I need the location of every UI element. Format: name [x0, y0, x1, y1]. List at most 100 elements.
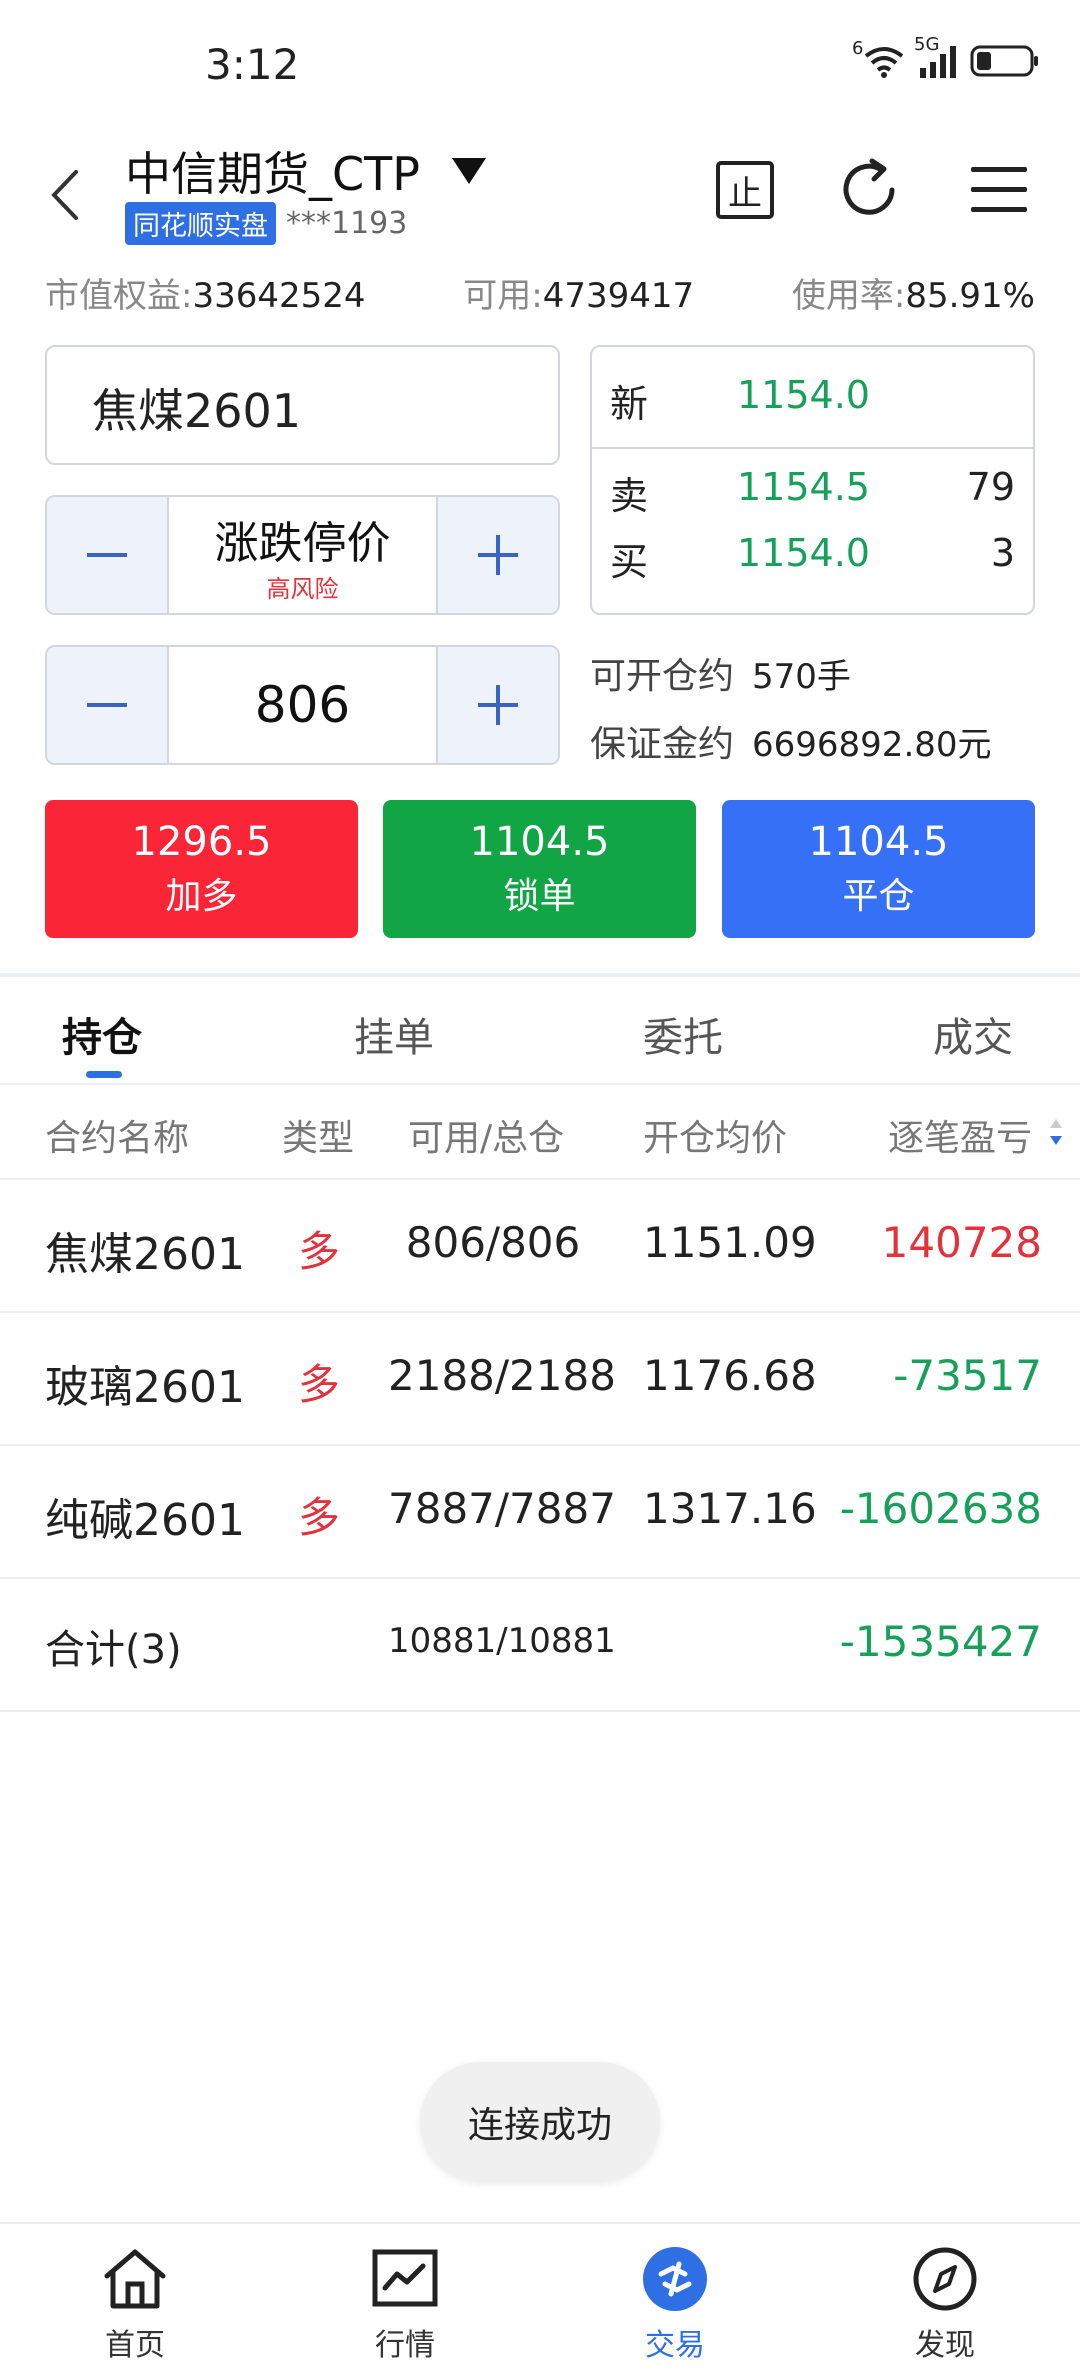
wifi-label: 6 [852, 38, 864, 59]
account-title: 中信期货_CTP [125, 147, 420, 201]
total-label: 合计(3) [45, 1627, 182, 1673]
total-position: 10881/10881 [388, 1621, 616, 1661]
quote-ask-row[interactable]: 卖 1154.5 79 [592, 465, 1033, 530]
quantity-field[interactable]: 806 [167, 647, 438, 763]
nav-home-label: 首页 [105, 2328, 165, 2363]
trade-icon [643, 2247, 707, 2311]
price-increase-button[interactable] [438, 497, 558, 613]
close-position-price: 1104.5 [808, 819, 949, 865]
stop-loss-button[interactable]: 止 [710, 155, 780, 225]
nav-market-label: 行情 [375, 2328, 435, 2363]
quote-bid-row[interactable]: 买 1154.0 3 [592, 531, 1033, 596]
total-pnl: -1535427 [839, 1617, 1042, 1666]
buy-long-label: 加多 [165, 876, 238, 917]
margin-estimate-label: 保证金约 [590, 724, 735, 765]
quote-last-price: 1154.0 [737, 373, 870, 417]
col-type: 类型 [282, 1118, 355, 1159]
battery-icon [970, 45, 1038, 77]
equity-item: 市值权益:33642524 [45, 268, 366, 317]
col-pnl[interactable]: 逐笔盈亏 [888, 1109, 1032, 1161]
row-avg-price: 1151.09 [643, 1218, 817, 1267]
compass-icon [913, 2247, 977, 2311]
sort-icon[interactable] [1048, 1115, 1064, 1149]
row-type: 多 [298, 1493, 341, 1542]
row-contract: 纯碱2601 [45, 1495, 245, 1546]
tab-pending[interactable]: 挂单 [354, 1005, 434, 1063]
buy-long-price: 1296.5 [131, 819, 272, 865]
lock-label: 锁单 [503, 876, 576, 917]
quote-last-label: 新 [610, 382, 649, 426]
account-selector[interactable]: 中信期货_CTP [125, 138, 488, 204]
minus-icon [87, 553, 127, 557]
position-tabs: 持仓 挂单 委托 成交 [0, 975, 1080, 1085]
row-pnl: -1602638 [839, 1484, 1042, 1533]
nav-trade-label: 交易 [645, 2328, 705, 2363]
tab-orders[interactable]: 委托 [643, 1005, 723, 1063]
toast-message: 连接成功 [420, 2062, 660, 2182]
contract-input[interactable]: 焦煤2601 [45, 345, 560, 465]
back-icon[interactable] [40, 160, 90, 230]
stop-icon-label: 止 [728, 173, 762, 214]
quote-ask-price: 1154.5 [737, 465, 870, 509]
quantity-increase-button[interactable] [438, 647, 558, 763]
usage-item: 使用率:85.91% [792, 268, 1035, 317]
table-header: 合约名称 类型 可用/总仓 开仓均价 逐笔盈亏 [0, 1085, 1080, 1180]
quantity-stepper: 806 [45, 645, 560, 765]
account-badge: 同花顺实盘 [125, 202, 276, 245]
price-risk-label: 高风险 [266, 574, 339, 603]
status-time: 3:12 [205, 40, 300, 89]
row-pnl: -73517 [893, 1351, 1042, 1400]
row-avg-price: 1176.68 [643, 1351, 817, 1400]
row-pnl: 140728 [881, 1218, 1042, 1267]
quote-bid-label: 买 [610, 540, 649, 584]
usage-value: 85.91% [905, 276, 1035, 316]
row-position: 2188/2188 [388, 1351, 616, 1400]
buy-long-button[interactable]: 1296.5 加多 [45, 800, 358, 938]
col-avg-price: 开仓均价 [643, 1118, 788, 1159]
account-number: ***1193 [286, 206, 408, 241]
row-avg-price: 1317.16 [643, 1484, 817, 1533]
nav-trade[interactable]: 交易 [610, 2246, 740, 2364]
row-contract: 玻璃2601 [45, 1362, 245, 1413]
nav-discover[interactable]: 发现 [880, 2246, 1010, 2364]
nav-home[interactable]: 首页 [70, 2246, 200, 2364]
equity-label: 市值权益: [45, 276, 193, 316]
close-position-button[interactable]: 1104.5 平仓 [722, 800, 1035, 938]
table-row[interactable]: 玻璃2601 多 2188/2188 1176.68 -73517 [0, 1313, 1080, 1446]
wifi-icon: 6 [852, 38, 906, 78]
open-estimate: 可开仓约 570手 [590, 647, 851, 699]
lock-price: 1104.5 [469, 819, 610, 865]
available-item: 可用:4739417 [463, 268, 694, 317]
status-bar: 3:12 6 5G [0, 0, 1080, 130]
tab-positions[interactable]: 持仓 [62, 1005, 142, 1063]
available-label: 可用: [463, 276, 543, 316]
quote-bid-volume: 3 [990, 531, 1015, 575]
table-row[interactable]: 纯碱2601 多 7887/7887 1317.16 -1602638 [0, 1446, 1080, 1579]
plus-icon [478, 685, 518, 725]
price-stepper: 涨跌停价 高风险 [45, 495, 560, 615]
quantity-value: 806 [254, 676, 351, 734]
quantity-decrease-button[interactable] [47, 647, 167, 763]
quote-divider [592, 447, 1033, 449]
refresh-icon[interactable] [836, 155, 906, 225]
quote-bid-price: 1154.0 [737, 531, 870, 575]
price-mode-field[interactable]: 涨跌停价 高风险 [167, 497, 438, 613]
menu-icon[interactable] [965, 155, 1035, 225]
quote-panel: 新 1154.0 卖 1154.5 79 买 1154.0 3 [590, 345, 1035, 615]
row-type: 多 [298, 1360, 341, 1409]
row-position: 806/806 [405, 1218, 581, 1267]
price-decrease-button[interactable] [47, 497, 167, 613]
home-icon [104, 2249, 166, 2309]
nav-discover-label: 发现 [915, 2328, 975, 2363]
quote-ask-label: 卖 [610, 474, 649, 518]
row-type: 多 [298, 1227, 341, 1276]
app-header: 中信期货_CTP 同花顺实盘 ***1193 止 [0, 130, 1080, 260]
margin-estimate: 保证金约 6696892.80元 [590, 715, 992, 767]
row-position: 7887/7887 [388, 1484, 616, 1533]
lock-button[interactable]: 1104.5 锁单 [383, 800, 696, 938]
table-row[interactable]: 焦煤2601 多 806/806 1151.09 140728 [0, 1180, 1080, 1313]
tab-trades[interactable]: 成交 [933, 1005, 1013, 1063]
table-total-row: 合计(3) 10881/10881 -1535427 [0, 1579, 1080, 1712]
nav-market[interactable]: 行情 [340, 2246, 470, 2364]
equity-value: 33642524 [192, 276, 366, 316]
